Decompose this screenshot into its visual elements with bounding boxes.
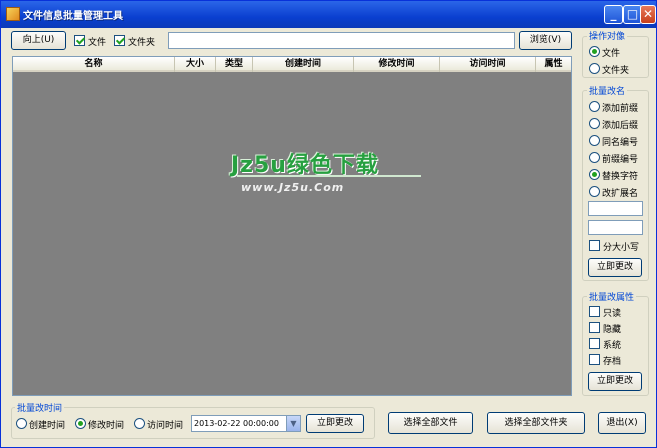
time-modified-radio[interactable] — [75, 418, 86, 429]
rename-extension-radio[interactable] — [589, 186, 600, 197]
browse-button[interactable]: 浏览(V) — [519, 31, 572, 50]
column-type[interactable]: 类型 — [216, 57, 253, 72]
folder-checkbox[interactable] — [114, 35, 125, 46]
case-sensitive-checkbox[interactable] — [589, 240, 600, 251]
rename-replace-label: 替换字符 — [602, 172, 639, 182]
rename-input-2[interactable] — [588, 220, 643, 235]
column-modified[interactable]: 修改时间 — [354, 57, 440, 72]
column-name[interactable]: 名称 — [13, 57, 175, 72]
window-title: 文件信息批量管理工具 — [23, 11, 123, 22]
time-accessed-label: 访问时间 — [147, 421, 184, 431]
attr-system-checkbox[interactable] — [589, 338, 600, 349]
attr-archive-checkbox[interactable] — [589, 354, 600, 365]
up-button[interactable]: 向上(U) — [11, 31, 66, 50]
batch-time-title: 批量改时间 — [15, 401, 65, 414]
batch-attributes-title: 批量改属性 — [587, 290, 637, 303]
column-attributes[interactable]: 属性 — [536, 57, 571, 72]
path-input[interactable] — [168, 32, 515, 49]
folder-checkbox-label: 文件夹 — [128, 38, 156, 48]
column-created[interactable]: 创建时间 — [253, 57, 354, 72]
main-window: 文件信息批量管理工具 _ □ ✕ 向上(U) 文件 文件夹 浏览(V) 名称 大… — [0, 0, 657, 448]
target-file-radio[interactable] — [589, 46, 600, 57]
attr-readonly-label: 只读 — [603, 309, 622, 319]
rename-samename-radio[interactable] — [589, 135, 600, 146]
rename-prefixnum-label: 前缀编号 — [602, 155, 639, 165]
select-all-folders-button[interactable]: 选择全部文件夹 — [487, 412, 585, 434]
rename-prefix-radio[interactable] — [589, 101, 600, 112]
time-created-label: 创建时间 — [29, 421, 66, 431]
close-button[interactable]: ✕ — [640, 5, 656, 24]
select-all-files-button[interactable]: 选择全部文件 — [388, 412, 473, 434]
time-apply-button[interactable]: 立即更改 — [306, 414, 364, 433]
rename-input-1[interactable] — [588, 201, 643, 216]
title-bar[interactable]: 文件信息批量管理工具 _ □ ✕ — [1, 1, 656, 28]
rename-prefix-label: 添加前缀 — [602, 104, 639, 114]
column-accessed[interactable]: 访问时间 — [440, 57, 536, 72]
file-list[interactable]: 名称 大小 类型 创建时间 修改时间 访问时间 属性 — [12, 56, 572, 396]
rename-suffix-radio[interactable] — [589, 118, 600, 129]
target-folder-label: 文件夹 — [602, 66, 630, 76]
datetime-value: 2013-02-22 00:00:00 — [194, 419, 279, 428]
rename-suffix-label: 添加后缀 — [602, 121, 639, 131]
rename-samename-label: 同名编号 — [602, 138, 639, 148]
time-created-radio[interactable] — [16, 418, 27, 429]
batch-rename-title: 批量改名 — [587, 84, 628, 97]
column-size[interactable]: 大小 — [175, 57, 216, 72]
rename-replace-radio[interactable] — [589, 169, 600, 180]
exit-button[interactable]: 退出(X) — [598, 412, 646, 434]
attr-system-label: 系统 — [603, 341, 622, 351]
file-checkbox-label: 文件 — [88, 38, 107, 48]
rename-apply-button[interactable]: 立即更改 — [588, 258, 642, 277]
watermark-divider — [237, 175, 421, 177]
chevron-down-icon[interactable]: ▼ — [286, 416, 300, 431]
rename-prefixnum-radio[interactable] — [589, 152, 600, 163]
time-modified-label: 修改时间 — [88, 421, 125, 431]
time-accessed-radio[interactable] — [134, 418, 145, 429]
app-icon — [6, 7, 20, 21]
minimize-button[interactable]: _ — [604, 5, 623, 24]
datetime-picker[interactable]: 2013-02-22 00:00:00 ▼ — [191, 415, 301, 432]
attributes-apply-button[interactable]: 立即更改 — [588, 372, 642, 391]
target-folder-radio[interactable] — [589, 63, 600, 74]
target-file-label: 文件 — [602, 49, 621, 59]
file-checkbox[interactable] — [74, 35, 85, 46]
attr-readonly-checkbox[interactable] — [589, 306, 600, 317]
rename-extension-label: 改扩展名 — [602, 189, 639, 199]
attr-archive-label: 存档 — [603, 357, 622, 367]
attr-hidden-label: 隐藏 — [603, 325, 622, 335]
case-sensitive-label: 分大小写 — [603, 243, 640, 253]
operation-target-title: 操作对像 — [587, 29, 628, 42]
watermark-url: www.Jz5u.Com — [241, 181, 345, 194]
list-header: 名称 大小 类型 创建时间 修改时间 访问时间 属性 — [13, 57, 571, 72]
attr-hidden-checkbox[interactable] — [589, 322, 600, 333]
